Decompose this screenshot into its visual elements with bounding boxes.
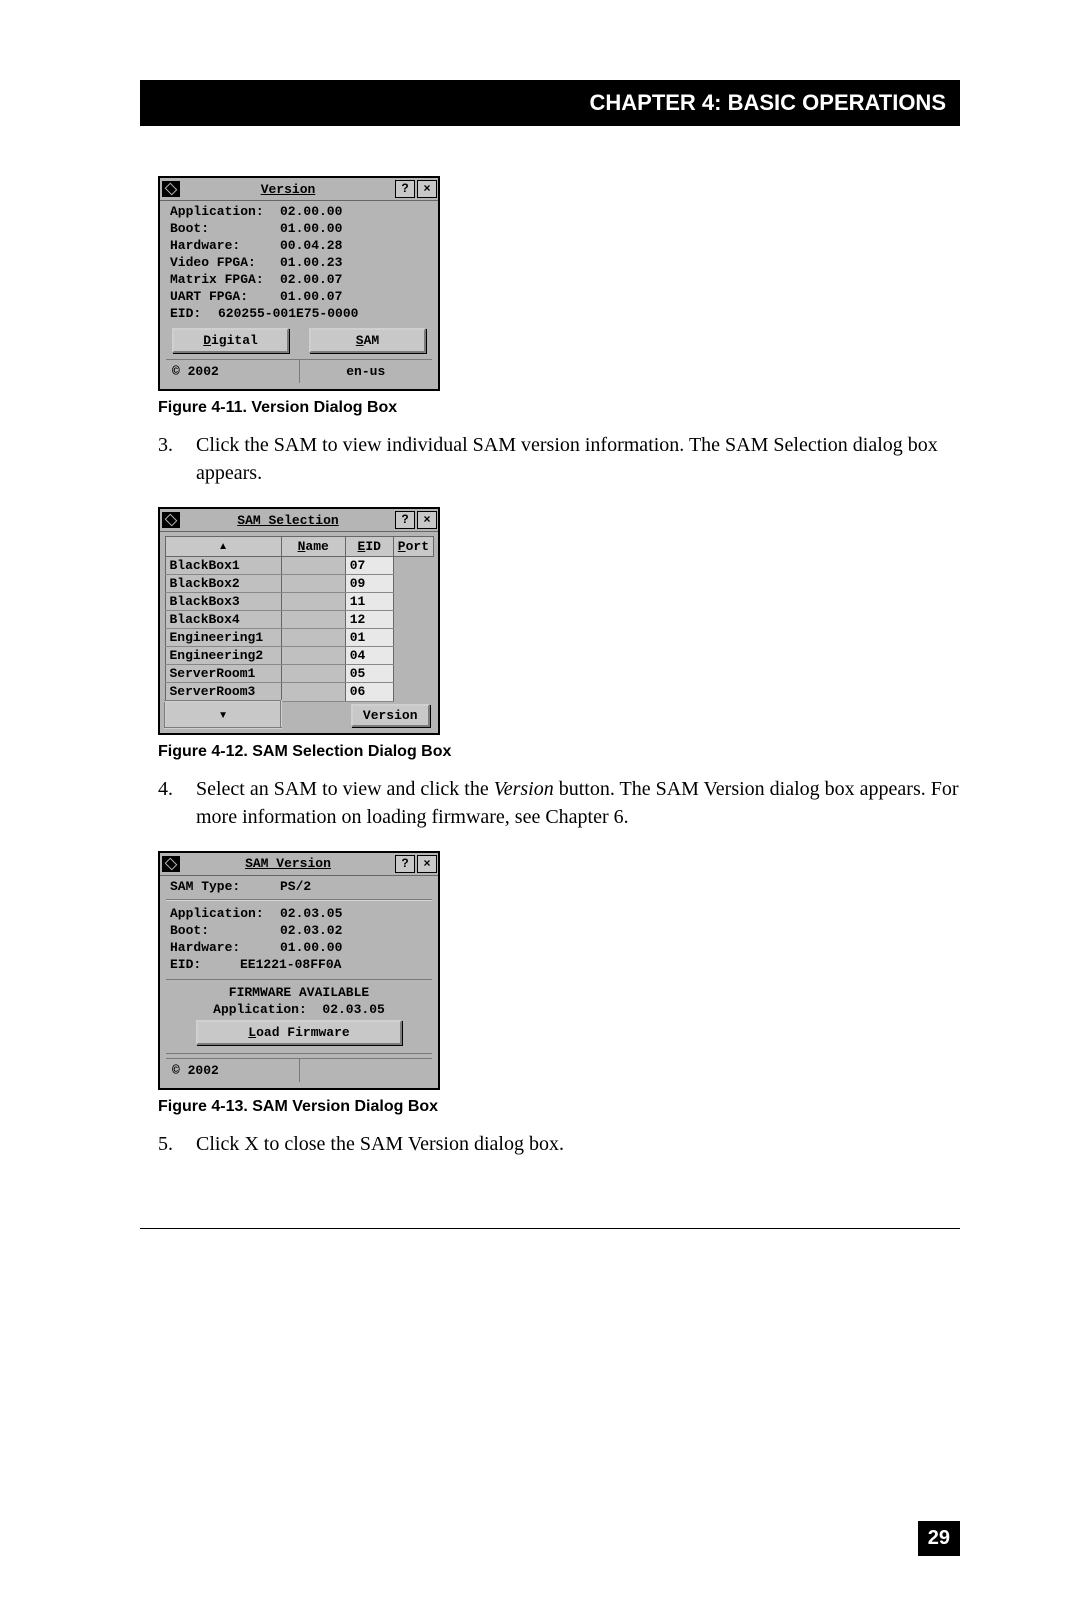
load-firmware-button[interactable]: Load Firmware (196, 1020, 402, 1045)
sam-ver-row: Boot:02.03.02 (166, 922, 432, 939)
step-4: 4. Select an SAM to view and click the V… (158, 775, 960, 831)
chapter-header: CHAPTER 4: BASIC OPERATIONS (140, 80, 960, 126)
sam-button[interactable]: SAM (309, 328, 426, 353)
firmware-app-row: Application: 02.03.05 (166, 1001, 432, 1018)
ver-row: Hardware:00.04.28 (166, 237, 432, 254)
sam-version-dialog: SAM Version ? × SAM Type:PS/2 Applicatio… (158, 851, 440, 1090)
ver-row: Boot:01.00.00 (166, 220, 432, 237)
digital-button[interactable]: Digital (172, 328, 289, 353)
system-menu-icon[interactable] (162, 856, 180, 872)
page-rule (140, 1228, 960, 1229)
close-button[interactable]: × (417, 180, 437, 198)
sam-selection-title: SAM Selection (182, 513, 394, 528)
firmware-available-label: FIRMWARE AVAILABLE (166, 984, 432, 1001)
figure-4-11-caption: Figure 4-11. Version Dialog Box (158, 399, 960, 417)
copyright-label: © 2002 (166, 360, 299, 383)
table-row[interactable]: BlackBox107 (165, 557, 434, 575)
sam-selection-dialog: SAM Selection ? × ▲ Name EID Port BlackB… (158, 507, 440, 735)
help-button[interactable]: ? (395, 511, 415, 529)
table-row[interactable]: Engineering101 (165, 629, 434, 647)
page-number: 29 (918, 1521, 960, 1556)
ver-row: UART FPGA:01.00.07 (166, 288, 432, 305)
step-5: 5. Click X to close the SAM Version dial… (158, 1130, 960, 1158)
sam-version-title: SAM Version (182, 856, 394, 871)
table-row[interactable]: ServerRoom306 (165, 683, 434, 702)
sam-ver-row: Application:02.03.05 (166, 905, 432, 922)
col-eid[interactable]: EID (345, 537, 393, 557)
version-dialog-titlebar: Version ? × (160, 178, 438, 201)
copyright-label: © 2002 (166, 1059, 299, 1082)
close-button[interactable]: × (417, 511, 437, 529)
version-dialog-title: Version (182, 182, 394, 197)
figure-4-13-caption: Figure 4-13. SAM Version Dialog Box (158, 1098, 960, 1116)
ver-row: Matrix FPGA:02.00.07 (166, 271, 432, 288)
system-menu-icon[interactable] (162, 512, 180, 528)
scroll-down-button[interactable]: ▼ (165, 701, 281, 728)
table-row[interactable]: BlackBox209 (165, 575, 434, 593)
scroll-up-button[interactable]: ▲ (165, 537, 281, 557)
sam-type-row: SAM Type:PS/2 (166, 878, 432, 895)
sam-ver-row: Hardware:01.00.00 (166, 939, 432, 956)
sam-eid-row: EID:EE1221-08FF0A (166, 956, 432, 973)
sam-version-titlebar: SAM Version ? × (160, 853, 438, 876)
ver-row: Application:02.00.00 (166, 203, 432, 220)
col-port[interactable]: Port (393, 537, 433, 557)
step-3: 3. Click the SAM to view individual SAM … (158, 431, 960, 487)
table-header: ▲ Name EID Port (165, 537, 434, 557)
ver-row: Video FPGA:01.00.23 (166, 254, 432, 271)
locale-label: en-us (299, 360, 433, 383)
sam-selection-titlebar: SAM Selection ? × (160, 509, 438, 532)
version-dialog: Version ? × Application:02.00.00 Boot:01… (158, 176, 440, 391)
system-menu-icon[interactable] (162, 181, 180, 197)
ver-eid-row: EID:620255-001E75-0000 (166, 305, 432, 322)
help-button[interactable]: ? (395, 180, 415, 198)
col-name[interactable]: Name (281, 537, 345, 557)
close-button[interactable]: × (417, 855, 437, 873)
table-row[interactable]: BlackBox311 (165, 593, 434, 611)
firmware-panel: FIRMWARE AVAILABLE Application: 02.03.05… (166, 979, 432, 1054)
table-row[interactable]: BlackBox412 (165, 611, 434, 629)
table-row[interactable]: Engineering204 (165, 647, 434, 665)
figure-4-12-caption: Figure 4-12. SAM Selection Dialog Box (158, 743, 960, 761)
table-row[interactable]: ServerRoom105 (165, 665, 434, 683)
version-button[interactable]: Version (351, 704, 430, 727)
sam-selection-table: ▲ Name EID Port BlackBox107 BlackBox209 … (164, 536, 434, 729)
empty-footer-cell (299, 1059, 433, 1082)
help-button[interactable]: ? (395, 855, 415, 873)
